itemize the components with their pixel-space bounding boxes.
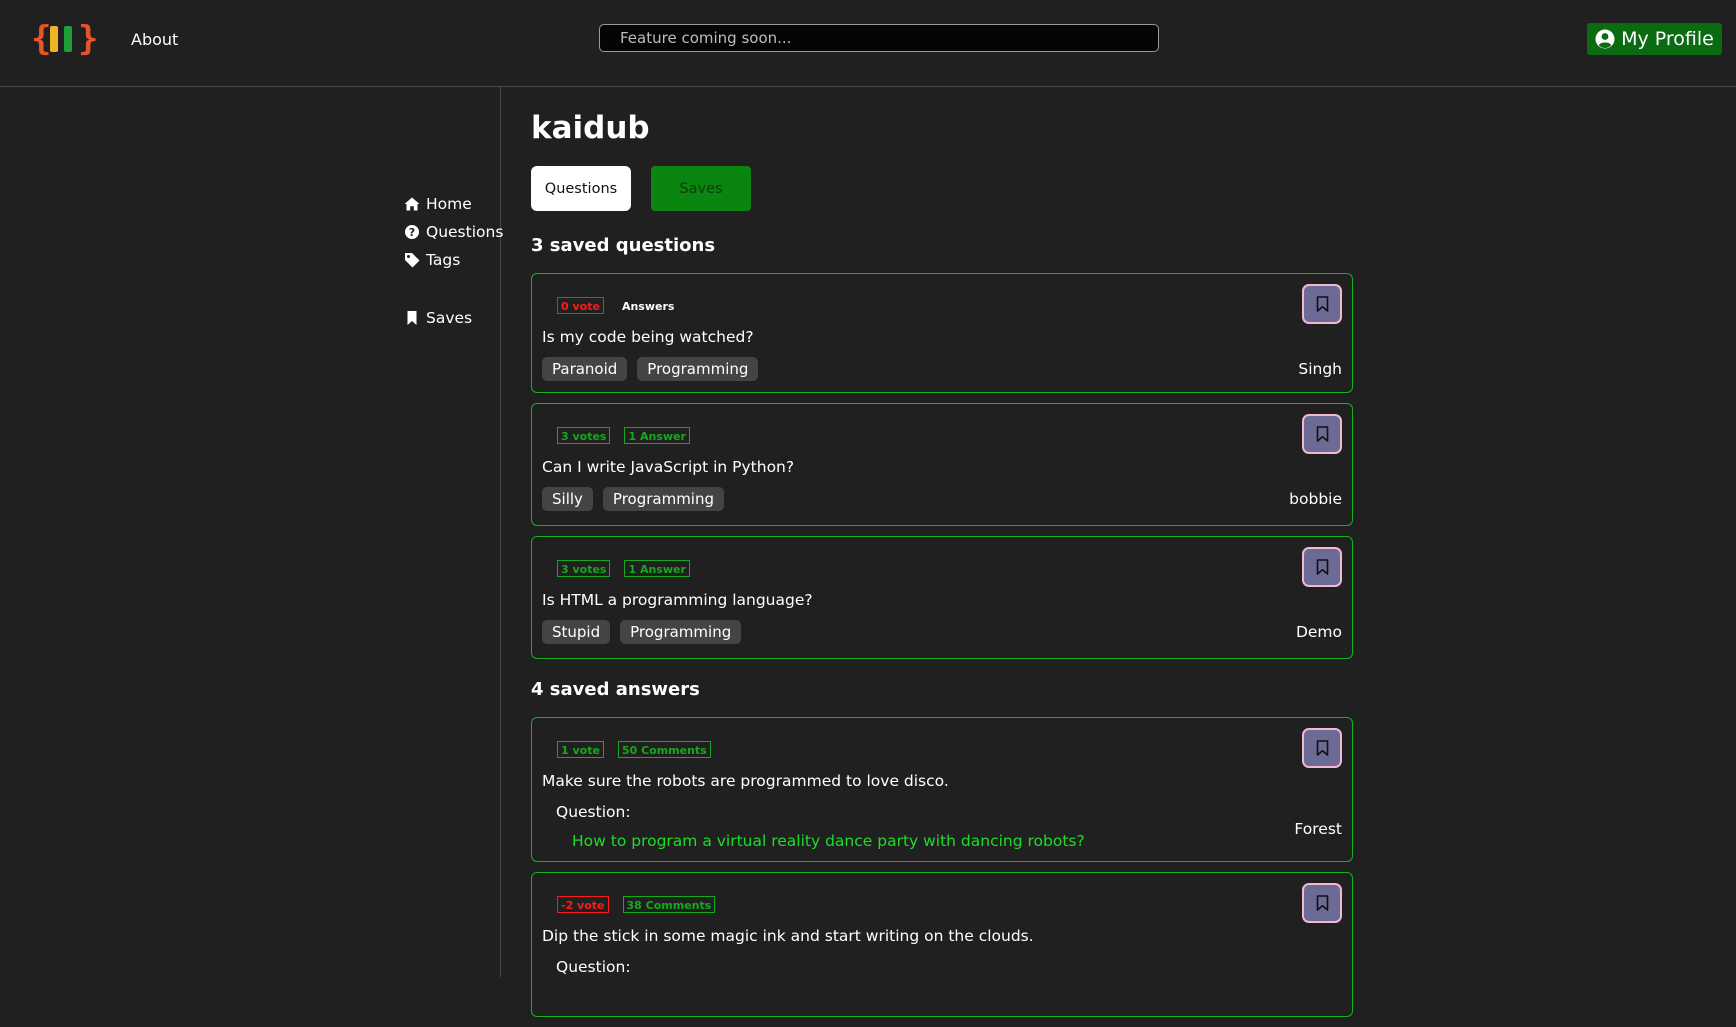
answer-stats: -2 vote 38 Comments <box>557 896 716 913</box>
question-label: Question: <box>556 803 631 821</box>
bookmark-icon <box>407 311 417 325</box>
question-label: Question: <box>556 958 631 976</box>
svg-text:{: { <box>31 20 51 58</box>
author-name[interactable]: Forest <box>1294 820 1342 838</box>
sidebar: Home ? Questions Tags Saves <box>404 190 503 332</box>
question-link[interactable]: How to program a virtual reality dance p… <box>572 832 1085 850</box>
answer-text: Make sure the robots are programmed to l… <box>542 772 949 790</box>
my-profile-label: My Profile <box>1621 28 1714 50</box>
sidebar-item-tags[interactable]: Tags <box>404 246 503 274</box>
my-profile-button[interactable]: My Profile <box>1587 23 1722 55</box>
vote-count-badge: -2 vote <box>557 896 609 913</box>
question-stats: 0 vote Answers <box>557 297 678 314</box>
author-name[interactable]: Singh <box>1298 360 1342 378</box>
home-icon <box>404 197 420 211</box>
question-card[interactable]: 3 votes 1 Answer Can I write JavaScript … <box>531 403 1353 526</box>
about-link[interactable]: About <box>131 30 178 49</box>
search-input[interactable] <box>599 24 1159 52</box>
vote-count-badge: 3 votes <box>557 427 611 444</box>
bookmark-icon <box>1316 895 1328 911</box>
save-toggle-button[interactable] <box>1302 284 1342 324</box>
sidebar-item-questions[interactable]: ? Questions <box>404 218 503 246</box>
answer-text: Dip the stick in some magic ink and star… <box>542 927 1034 945</box>
sidebar-item-home[interactable]: Home <box>404 190 503 218</box>
sidebar-item-label: Questions <box>426 223 504 241</box>
svg-text:?: ? <box>409 226 415 239</box>
vote-count-badge: 1 vote <box>557 741 604 758</box>
svg-text:}: } <box>78 20 98 58</box>
vote-count-badge: 0 vote <box>557 297 604 314</box>
bookmark-icon <box>1316 559 1328 575</box>
save-toggle-button[interactable] <box>1302 547 1342 587</box>
comment-count-badge: 38 Comments <box>622 896 716 913</box>
tag-list: Paranoid Programming <box>542 357 759 381</box>
answer-count-badge: Answers <box>621 300 675 313</box>
sidebar-item-label: Tags <box>426 251 461 269</box>
bookmark-icon <box>1316 740 1328 756</box>
logo-icon[interactable]: { } <box>31 20 101 58</box>
profile-tabs: Questions Saves <box>531 166 1351 211</box>
question-stats: 3 votes 1 Answer <box>557 560 690 577</box>
tag-icon <box>405 253 420 268</box>
vote-count-badge: 3 votes <box>557 560 611 577</box>
question-title[interactable]: Is my code being watched? <box>542 328 754 346</box>
tag-list: Stupid Programming <box>542 620 742 644</box>
answer-card[interactable]: 1 vote 50 Comments Make sure the robots … <box>531 717 1353 862</box>
question-circle-icon: ? <box>405 225 419 239</box>
user-circle-icon <box>1595 29 1615 49</box>
save-toggle-button[interactable] <box>1302 728 1342 768</box>
tag-list: Silly Programming <box>542 487 725 511</box>
save-toggle-button[interactable] <box>1302 883 1342 923</box>
author-name[interactable]: bobbie <box>1289 490 1342 508</box>
tag-chip[interactable]: Programming <box>620 620 742 644</box>
answer-stats: 1 vote 50 Comments <box>557 741 711 758</box>
author-name[interactable]: Demo <box>1296 623 1342 641</box>
top-navbar: { } About My Profile <box>0 0 1736 87</box>
sidebar-item-saves[interactable]: Saves <box>404 304 503 332</box>
sidebar-item-label: Home <box>426 195 472 213</box>
question-card[interactable]: 3 votes 1 Answer Is HTML a programming l… <box>531 536 1353 659</box>
question-title[interactable]: Can I write JavaScript in Python? <box>542 458 794 476</box>
answer-count-badge: 1 Answer <box>624 560 690 577</box>
tag-chip[interactable]: Programming <box>602 487 725 511</box>
tab-saves[interactable]: Saves <box>651 166 751 211</box>
page-title: kaidub <box>531 110 650 146</box>
saved-questions-heading: 3 saved questions <box>531 235 716 256</box>
question-title[interactable]: Is HTML a programming language? <box>542 591 813 609</box>
tab-questions[interactable]: Questions <box>531 166 631 211</box>
question-stats: 3 votes 1 Answer <box>557 427 690 444</box>
save-toggle-button[interactable] <box>1302 414 1342 454</box>
answer-count-badge: 1 Answer <box>624 427 690 444</box>
answer-card[interactable]: -2 vote 38 Comments Dip the stick in som… <box>531 872 1353 1017</box>
tag-chip[interactable]: Stupid <box>542 620 611 644</box>
bookmark-icon <box>1316 426 1328 442</box>
tag-chip[interactable]: Silly <box>542 487 593 511</box>
tag-chip[interactable]: Programming <box>637 357 759 381</box>
main-content: kaidub Questions Saves 3 saved questions… <box>531 96 1353 1027</box>
comment-count-badge: 50 Comments <box>617 741 711 758</box>
question-card[interactable]: 0 vote Answers Is my code being watched?… <box>531 273 1353 393</box>
saved-answers-heading: 4 saved answers <box>531 679 700 700</box>
bookmark-icon <box>1316 296 1328 312</box>
tag-chip[interactable]: Paranoid <box>542 357 628 381</box>
sidebar-item-label: Saves <box>426 309 473 327</box>
